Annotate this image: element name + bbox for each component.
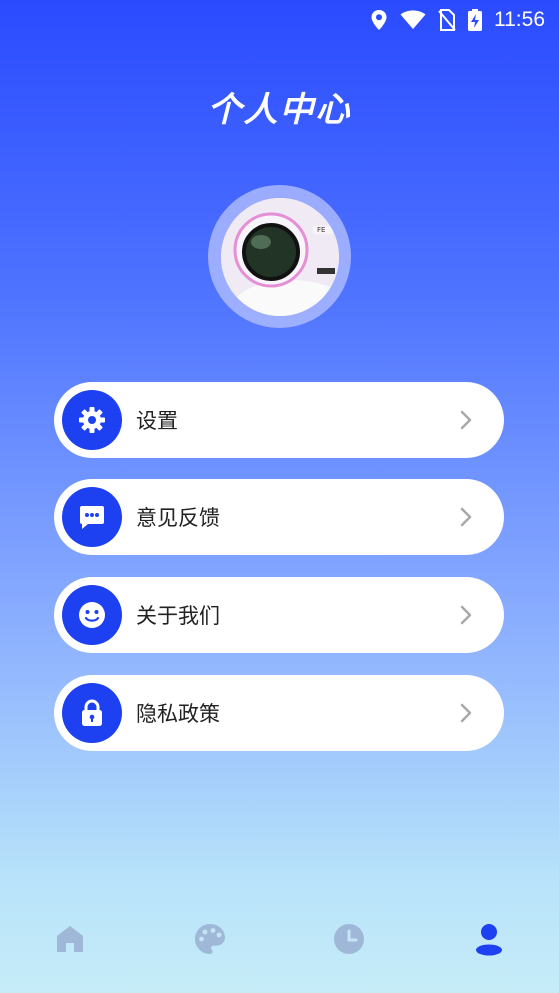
menu-label-about-us: 关于我们 [136, 604, 220, 628]
svg-text:FE: FE [317, 226, 325, 234]
person-icon [476, 924, 503, 956]
gear-icon [79, 407, 105, 433]
astronaut-avatar-icon: FE [220, 197, 339, 316]
menu-item-about-us[interactable]: 关于我们 [54, 577, 504, 653]
chat-bubble-icon [80, 506, 104, 529]
menu-item-settings[interactable]: 设置 [54, 382, 504, 458]
status-bar: 11:56 [0, 0, 559, 40]
chevron-right-icon [460, 410, 472, 430]
menu-label-privacy-policy: 隐私政策 [136, 702, 220, 726]
menu-label-feedback: 意见反馈 [136, 506, 220, 530]
tab-profile[interactable] [459, 909, 519, 969]
avatar[interactable]: FE [208, 185, 351, 328]
tab-home[interactable] [40, 909, 100, 969]
home-icon [56, 926, 83, 952]
chevron-right-icon [460, 605, 472, 625]
tab-palette[interactable] [180, 909, 240, 969]
chevron-right-icon [460, 507, 472, 527]
feedback-icon-badge [62, 487, 122, 547]
tab-history[interactable] [319, 909, 379, 969]
menu-item-feedback[interactable]: 意见反馈 [54, 479, 504, 555]
avatar-image: FE [220, 197, 339, 316]
about-icon-badge [62, 585, 122, 645]
location-icon [371, 10, 387, 30]
wifi-icon [400, 10, 426, 29]
settings-icon-badge [62, 390, 122, 450]
lock-icon [82, 699, 102, 726]
no-sim-icon [438, 9, 456, 31]
bottom-tab-bar [0, 905, 559, 973]
menu-label-settings: 设置 [136, 409, 178, 433]
chevron-right-icon [460, 703, 472, 723]
menu-item-privacy-policy[interactable]: 隐私政策 [54, 675, 504, 751]
smiley-icon [79, 602, 105, 628]
battery-charging-icon [468, 9, 482, 31]
page-title: 个人中心 [207, 90, 352, 130]
privacy-icon-badge [62, 683, 122, 743]
clock-icon [334, 924, 365, 954]
clock-time: 11:56 [494, 8, 545, 31]
palette-icon [194, 924, 225, 954]
